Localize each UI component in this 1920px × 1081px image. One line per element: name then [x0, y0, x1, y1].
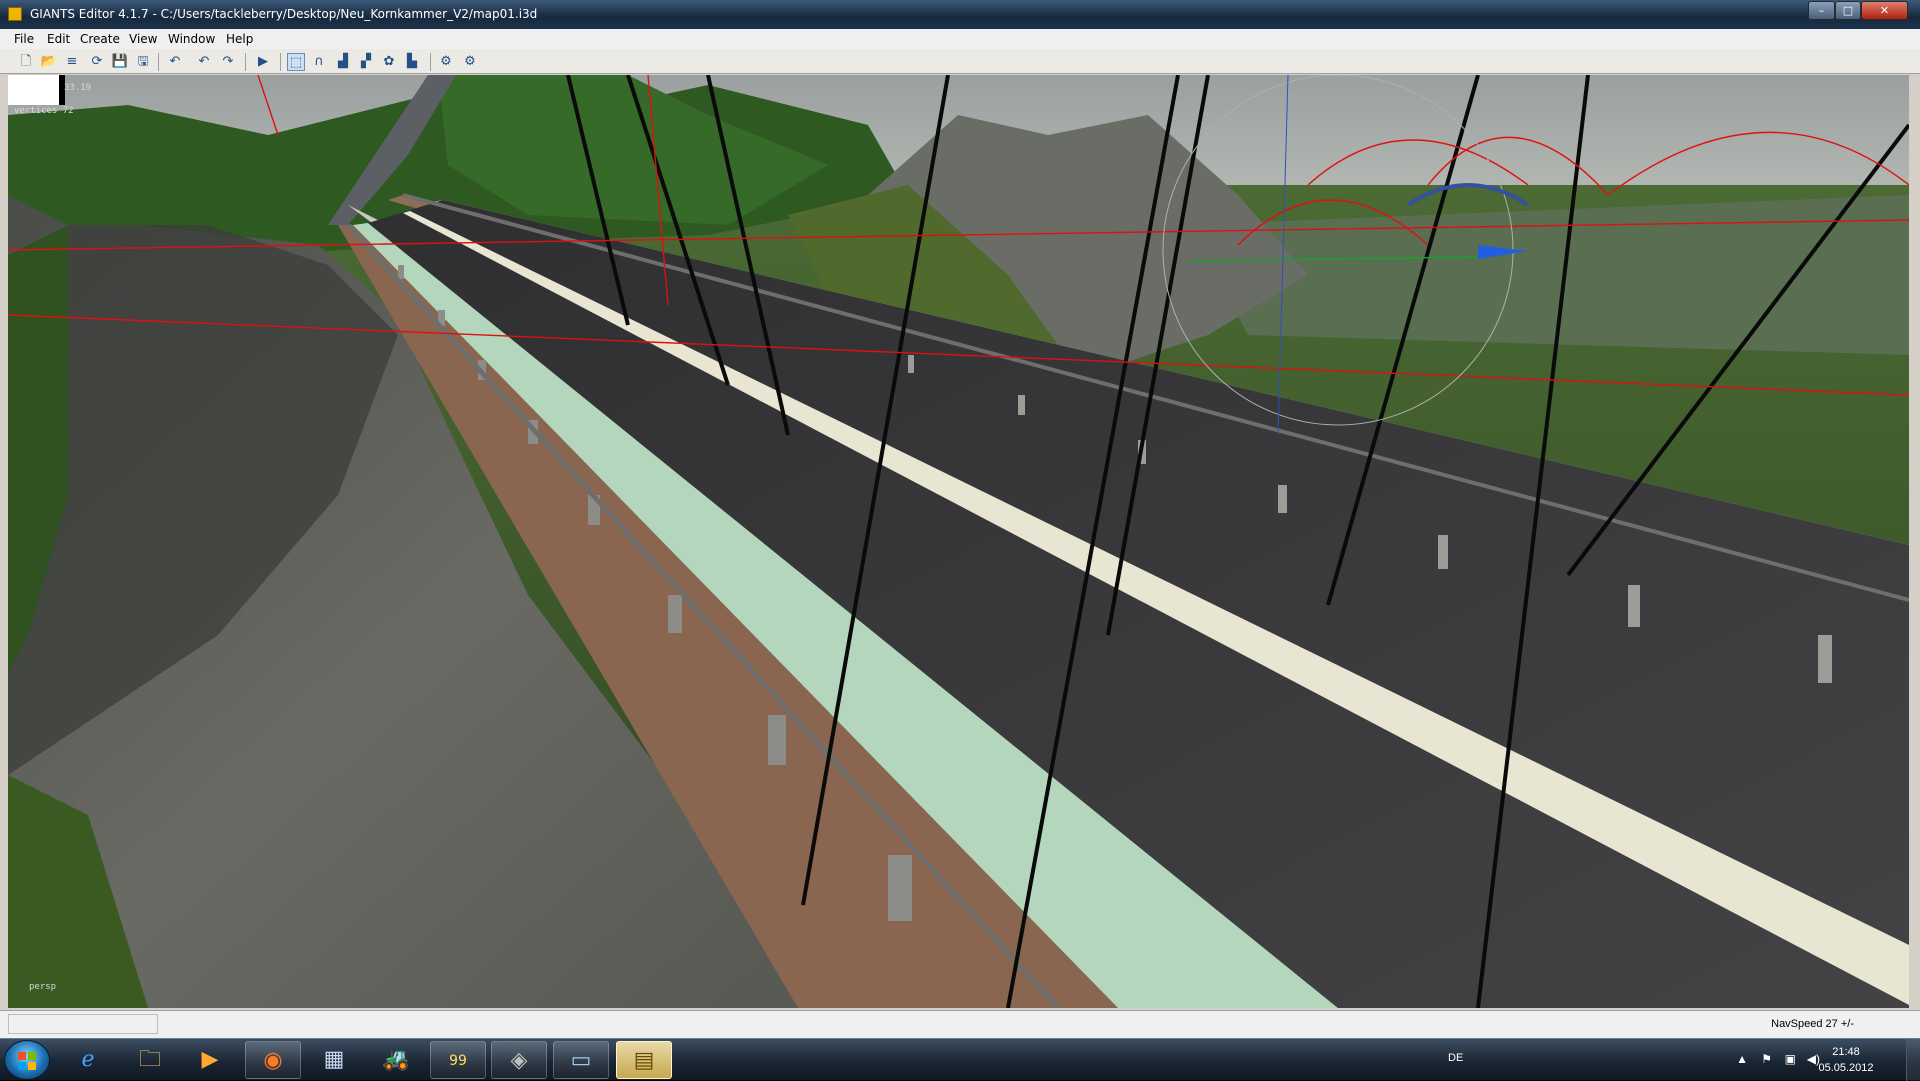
fps-label: 33.19 [64, 83, 92, 93]
maximize-button[interactable]: □ [1835, 1, 1861, 20]
save-icon[interactable]: 💾 [111, 53, 129, 71]
clock-date: 05.05.2012 [1818, 1062, 1874, 1074]
camera-label: persp [29, 982, 57, 992]
tractor-game-icon[interactable]: 🚜 [368, 1041, 424, 1079]
menu-view[interactable]: View [129, 32, 157, 46]
render-stats-box [8, 75, 65, 105]
3d-viewport[interactable]: 33.19 vertices 72 persp [8, 75, 1909, 1008]
app-icon [8, 7, 22, 21]
undo-history-icon[interactable]: ↶ [166, 53, 184, 71]
navspeed-indicator: NavSpeed 27 +/- [1771, 1018, 1854, 1030]
menu-help[interactable]: Help [226, 32, 253, 46]
foliage-tool-icon[interactable]: ✿ [380, 53, 398, 71]
gpu-tool-icon[interactable]: ◈ [491, 1041, 547, 1079]
show-desktop-button[interactable] [1906, 1039, 1920, 1081]
scene-render [8, 75, 1909, 1008]
select-tool-icon[interactable]: ⬚ [287, 53, 305, 71]
window-title: GIANTS Editor 4.1.7 - C:/Users/tackleber… [30, 7, 538, 21]
clock[interactable]: 21:48 05.05.2012 [1806, 1044, 1886, 1076]
minimize-button[interactable]: – [1808, 1, 1835, 20]
file-explorer-icon[interactable]: 🗀 [122, 1041, 178, 1079]
windows-taskbar: ℯ 🗀 ▶ ◉ ▦ 🚜 99 ◈ ▭ ▤ DE ▲ ⚑ ▣ ◀) 21:48 0… [0, 1038, 1920, 1081]
redo-icon[interactable]: ↷ [219, 53, 237, 71]
menu-file[interactable]: File [14, 32, 34, 46]
detail-tool-icon[interactable]: ▙ [403, 53, 421, 71]
giants-editor-taskbar-icon[interactable]: ▤ [616, 1041, 672, 1079]
toolbar-separator [158, 53, 159, 71]
undo-icon[interactable]: ↶ [195, 53, 213, 71]
menu-create[interactable]: Create [80, 32, 120, 46]
media-player-icon[interactable]: ▶ [182, 1041, 238, 1079]
terrain-paint-icon[interactable]: ▞ [357, 53, 375, 71]
network-icon[interactable]: ▣ [1785, 1052, 1796, 1066]
settings-icon[interactable]: ⚙ [437, 53, 455, 71]
toolbar-separator [280, 53, 281, 71]
language-indicator[interactable]: DE [1448, 1052, 1478, 1064]
close-button[interactable]: ✕ [1861, 1, 1908, 20]
new-icon[interactable]: 🗋 [17, 53, 35, 71]
menu-edit[interactable]: Edit [47, 32, 70, 46]
list-icon[interactable]: ≡ [63, 53, 81, 71]
toolbar-separator [245, 53, 246, 71]
toolbar: 🗋 📂 ≡ ⟳ 💾 🖫 ↶ ↶ ↷ ▶ ⬚ ∩ ▟ ▞ ✿ ▙ ⚙ ⚙ [0, 49, 1920, 74]
play-icon[interactable]: ▶ [254, 53, 272, 71]
windows-start-icon[interactable] [4, 1040, 50, 1080]
giants-editor-window: GIANTS Editor 4.1.7 - C:/Users/tackleber… [0, 0, 1920, 1038]
firefox-icon[interactable]: ◉ [245, 1041, 301, 1079]
terrain-tool-icon[interactable]: ▟ [334, 53, 352, 71]
open-icon[interactable]: 📂 [40, 53, 58, 71]
vertices-label: vertices 72 [14, 106, 74, 116]
reload-icon[interactable]: ⟳ [88, 53, 106, 71]
status-bar: NavSpeed 27 +/- [0, 1010, 1920, 1038]
system-tray: DE ▲ ⚑ ▣ ◀) 21:48 05.05.2012 [1400, 1039, 1920, 1081]
title-bar[interactable]: GIANTS Editor 4.1.7 - C:/Users/tackleber… [0, 0, 1920, 29]
action-center-flag-icon[interactable]: ⚑ [1761, 1052, 1772, 1066]
move-tool-icon[interactable]: ∩ [310, 53, 328, 71]
calculator-icon[interactable]: ▦ [306, 1041, 362, 1079]
monitor-app-icon[interactable]: ▭ [553, 1041, 609, 1079]
menu-window[interactable]: Window [168, 32, 215, 46]
show-hidden-icons-icon[interactable]: ▲ [1736, 1052, 1748, 1066]
status-panel [8, 1014, 158, 1034]
save-all-icon[interactable]: 🖫 [134, 53, 152, 71]
clock-time: 21:48 [1832, 1046, 1860, 1058]
settings-alt-icon[interactable]: ⚙ [461, 53, 479, 71]
toolbar-separator [430, 53, 431, 71]
menu-bar: File Edit Create View Window Help [0, 29, 1920, 49]
internet-explorer-icon[interactable]: ℯ [60, 1041, 116, 1079]
farming-simulator-icon[interactable]: 99 [430, 1041, 486, 1079]
